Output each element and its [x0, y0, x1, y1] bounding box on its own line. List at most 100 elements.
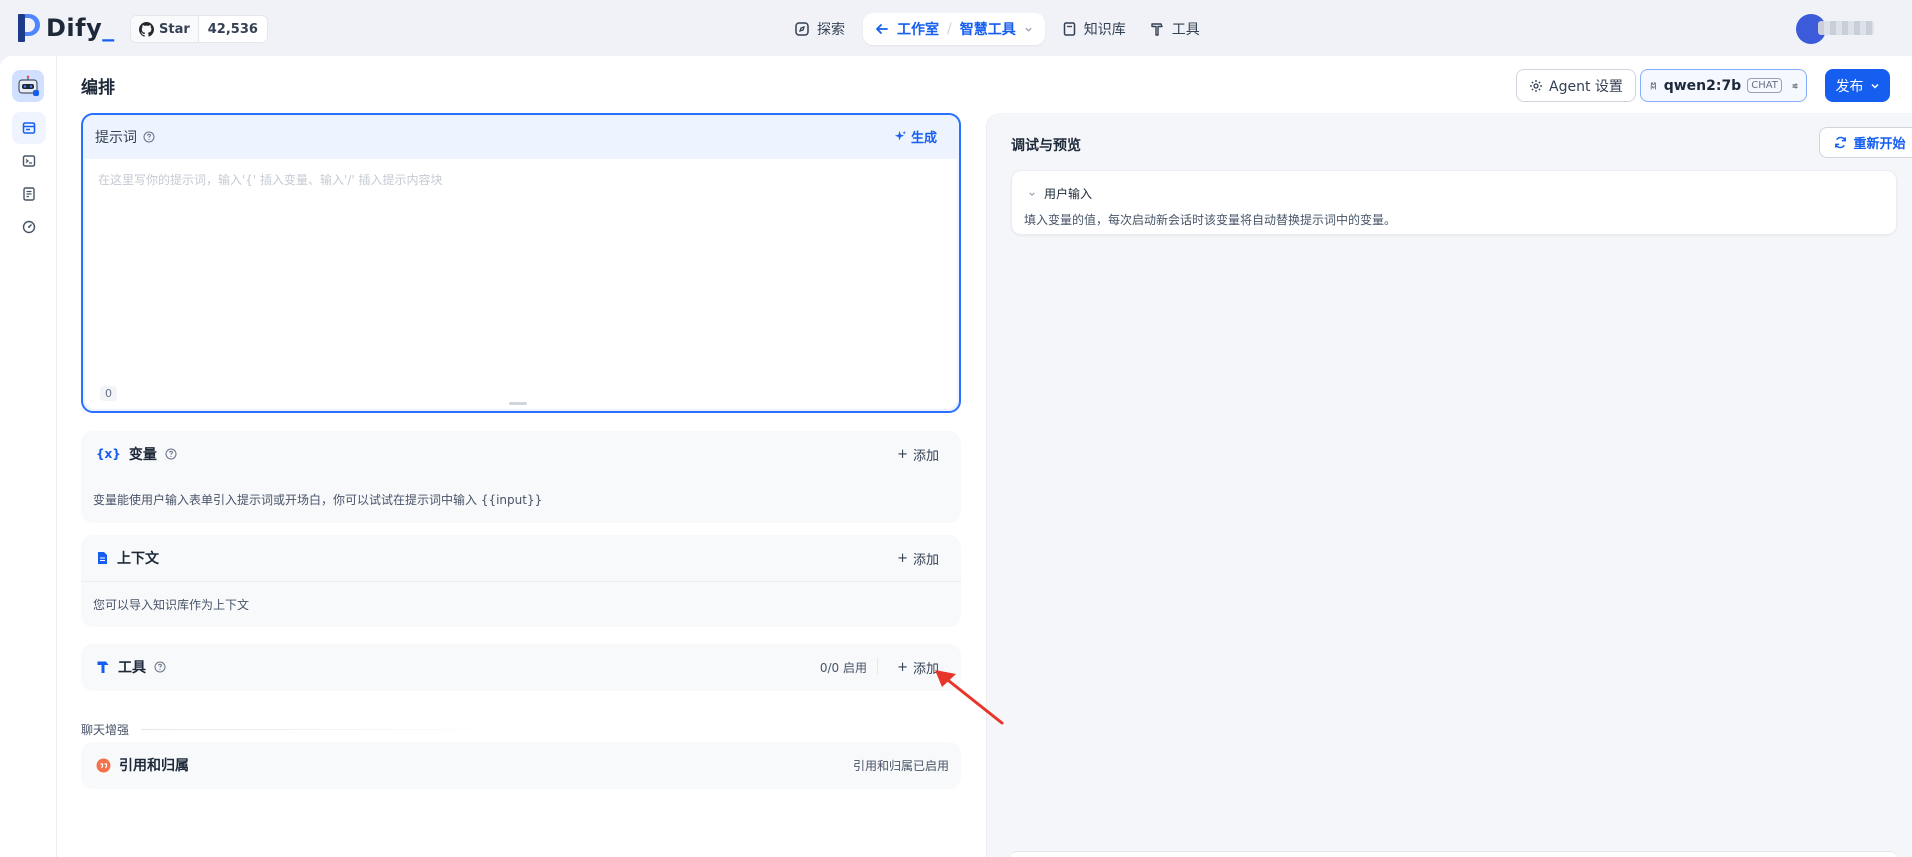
annotation-arrow [935, 670, 1004, 725]
publish-label: 发布 [1835, 78, 1864, 95]
plus-icon: + [897, 447, 908, 462]
chevron-down-icon[interactable] [1024, 25, 1033, 34]
nav-explore[interactable]: 探索 [783, 13, 857, 45]
app-icon[interactable] [12, 70, 44, 102]
model-mode-badge: CHAT [1747, 78, 1782, 93]
variables-label: 变量 [128, 447, 157, 463]
dify-logo[interactable]: Dify_ [18, 14, 115, 42]
citation-header: 引用和归属 引用和归属已启用 [81, 742, 961, 788]
context-add-label: 添加 [912, 553, 939, 568]
restart-label: 重新开始 [1853, 137, 1906, 152]
prompt-editor: 提示词 生成 在这里写你的提示词，输入'{' 插入变量、输入'/' 插入提示内容… [81, 113, 961, 413]
variables-description: 变量能使用户输入表单引入提示词或开场白，你可以试试在提示词中输入 {{input… [93, 493, 543, 507]
context-add-button[interactable]: + 添加 [897, 549, 939, 568]
dify-logo-text: Dify_ [46, 14, 115, 42]
user-input-panel: 用户输入 填入变量的值，每次启动新会话时该变量将自动替换提示词中的变量。 [1011, 170, 1897, 235]
variables-add-button[interactable]: + 添加 [897, 445, 939, 464]
tools-enabled-count: 0/0 启用 [819, 661, 867, 675]
nav-knowledge-label: 知识库 [1083, 22, 1126, 38]
main-content: 编排 Agent 设置 qwen2:7b CHAT 发布 提示词 生成 在这里写… [57, 56, 1912, 857]
nav-studio-label[interactable]: 工作室 [897, 19, 939, 39]
agent-settings-button[interactable]: Agent 设置 [1516, 69, 1636, 102]
help-circle-icon[interactable] [165, 448, 177, 460]
model-selector[interactable]: qwen2:7b CHAT [1640, 69, 1807, 102]
citation-status: 引用和归属已启用 [852, 759, 949, 773]
sidebar-item-logs[interactable] [12, 178, 46, 210]
layout-icon [22, 122, 36, 134]
context-label: 上下文 [117, 551, 159, 567]
nav-studio-breadcrumb[interactable]: 工作室 / 智慧工具 [863, 13, 1045, 45]
user-input-toggle[interactable]: 用户输入 [1028, 185, 1092, 202]
user-input-title: 用户输入 [1044, 187, 1093, 201]
citation-label: 引用和归属 [119, 758, 189, 774]
breadcrumb-separator: / [947, 21, 952, 37]
nav-explore-label: 探索 [817, 22, 845, 38]
github-star-widget[interactable]: Star 42,536 [130, 15, 268, 43]
chevron-down-icon [1029, 191, 1035, 196]
hammer-icon [97, 661, 109, 673]
preview-title: 调试与预览 [1011, 138, 1081, 154]
agent-settings-label: Agent 设置 [1549, 78, 1623, 95]
quote-icon [96, 758, 111, 772]
prompt-char-count: 0 [100, 386, 117, 401]
github-star-button[interactable]: Star [131, 16, 199, 42]
sliders-icon[interactable] [1792, 79, 1798, 93]
terminal-icon [22, 155, 36, 167]
user-name-blurred[interactable] [1818, 21, 1874, 35]
variable-brackets-icon: {x} [96, 447, 121, 461]
nav-tools-label: 工具 [1171, 22, 1200, 38]
nav-knowledge[interactable]: 知识库 [1051, 13, 1138, 45]
app-sidebar [0, 56, 57, 857]
sidebar-item-orchestrate[interactable] [12, 112, 46, 144]
publish-button[interactable]: 发布 [1825, 69, 1890, 102]
help-circle-icon[interactable] [143, 131, 155, 143]
arrow-left-icon [876, 24, 888, 34]
dify-logo-icon [18, 14, 40, 42]
section-divider [141, 729, 511, 730]
generate-button[interactable]: 生成 [894, 127, 937, 146]
prompt-textarea[interactable]: 在这里写你的提示词，输入'{' 插入变量、输入'/' 插入提示内容块 0 [85, 159, 957, 409]
chat-input-area[interactable] [1011, 851, 1896, 857]
generate-label: 生成 [910, 131, 937, 146]
sidebar-item-api[interactable] [12, 145, 46, 177]
user-input-description: 填入变量的值，每次启动新会话时该变量将自动替换提示词中的变量。 [1024, 213, 1397, 227]
help-circle-icon[interactable] [154, 661, 166, 673]
nav-tools[interactable]: 工具 [1138, 13, 1212, 45]
compass-icon [795, 22, 809, 36]
prompt-label: 提示词 [95, 130, 137, 146]
hammer-icon [1151, 23, 1163, 36]
tools-label: 工具 [118, 660, 146, 676]
context-card: 上下文 + 添加 您可以导入知识库作为上下文 [81, 535, 961, 627]
restart-button[interactable]: 重新开始 [1819, 127, 1912, 158]
main-nav: 探索 工作室 / 智慧工具 知识库 工具 [783, 13, 1212, 45]
gear-icon [1530, 79, 1542, 92]
variables-add-label: 添加 [912, 449, 939, 464]
resize-handle[interactable] [509, 402, 527, 405]
gauge-icon [22, 220, 36, 234]
tools-card: 工具 0/0 启用 + 添加 [81, 644, 961, 691]
document-icon [98, 552, 107, 564]
prompt-header: 提示词 [83, 115, 959, 159]
current-app-name[interactable]: 智慧工具 [960, 19, 1016, 39]
github-star-label: Star [159, 21, 190, 37]
context-description: 您可以导入知识库作为上下文 [93, 598, 250, 612]
variables-header: {x} 变量 + 添加 [81, 431, 961, 477]
debug-preview-panel: 调试与预览 重新开始 用户输入 填入变量的值，每次启动新会话时该变量将自动替换提… [986, 113, 1912, 857]
github-icon [139, 21, 154, 37]
plus-icon: + [897, 660, 908, 675]
model-name: qwen2:7b [1663, 77, 1742, 94]
tools-header: 工具 0/0 启用 + 添加 [81, 644, 961, 690]
chevron-down-icon [1870, 83, 1879, 89]
plus-icon: + [897, 551, 908, 566]
variables-card: {x} 变量 + 添加 变量能使用户输入表单引入提示词或开场白，你可以试试在提示… [81, 431, 961, 523]
llama-icon [1650, 81, 1656, 89]
refresh-icon [1835, 136, 1847, 149]
github-star-count[interactable]: 42,536 [199, 16, 267, 42]
context-header: 上下文 + 添加 [81, 535, 961, 581]
sidebar-item-monitoring[interactable] [12, 211, 46, 243]
page-title: 编排 [81, 78, 115, 98]
robot-icon [18, 75, 39, 96]
book-icon [1063, 22, 1075, 36]
citation-card[interactable]: 引用和归属 引用和归属已启用 [81, 742, 961, 789]
prompt-placeholder: 在这里写你的提示词，输入'{' 插入变量、输入'/' 插入提示内容块 [98, 173, 443, 187]
